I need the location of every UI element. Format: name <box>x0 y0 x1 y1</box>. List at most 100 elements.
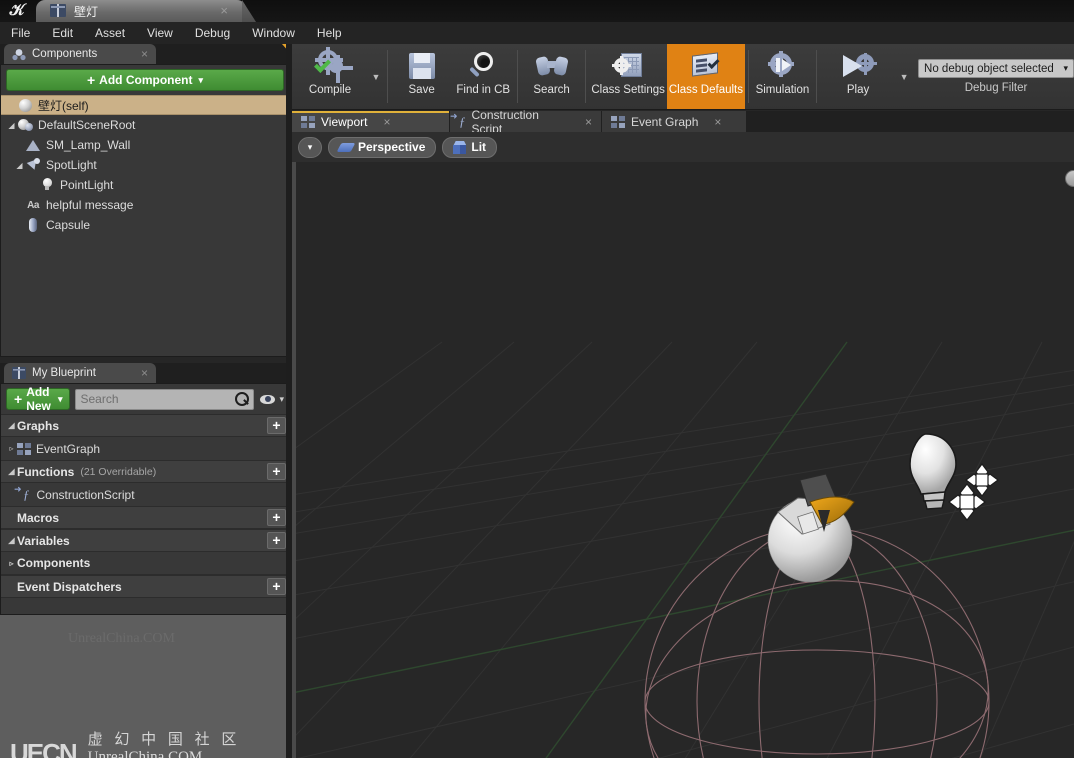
editor-tab-bar: Viewport × ƒ Construction Script × Event… <box>292 111 1074 132</box>
point-light-icon <box>39 177 55 193</box>
add-macro-button[interactable]: + <box>267 509 286 526</box>
tree-row-label: SpotLight <box>46 158 97 172</box>
simulation-button[interactable]: Simulation <box>752 44 814 109</box>
add-event-dispatcher-button[interactable]: + <box>267 578 286 595</box>
play-button[interactable]: Play <box>820 44 896 109</box>
tab-event-graph[interactable]: Event Graph × <box>602 111 747 132</box>
find-in-cb-button[interactable]: Find in CB <box>452 44 514 109</box>
event-graph-icon <box>611 116 625 128</box>
view-mode-button[interactable]: Perspective <box>328 137 436 158</box>
visibility-toggle[interactable]: ▾ <box>259 394 284 405</box>
tab-viewport[interactable]: Viewport × <box>292 111 450 132</box>
menu-item-edit[interactable]: Edit <box>41 22 84 44</box>
compile-button[interactable]: Compile <box>292 44 368 109</box>
chevron-down-icon: ▾ <box>308 142 313 153</box>
add-graph-button[interactable]: + <box>267 417 286 434</box>
document-tab-bideng[interactable]: 壁灯 × <box>36 0 246 22</box>
tree-row-defaultsceneroot[interactable]: ◢ DefaultSceneRoot <box>1 115 289 135</box>
close-icon[interactable]: × <box>119 366 148 380</box>
tab-components[interactable]: Components × <box>4 44 156 64</box>
tree-row-label: Capsule <box>46 218 90 232</box>
debug-object-select[interactable]: No debug object selected ▾ <box>918 59 1074 78</box>
class-defaults-button[interactable]: Class Defaults <box>667 44 745 109</box>
menu-item-file[interactable]: File <box>0 22 41 44</box>
section-variables[interactable]: ◢ Variables + <box>1 529 289 552</box>
class-settings-button[interactable]: Class Settings <box>589 44 667 109</box>
disclosure-triangle[interactable]: ◢ <box>7 536 16 545</box>
list-item-eventgraph[interactable]: ▹ EventGraph <box>1 437 289 460</box>
view-mode-label: Perspective <box>358 140 425 154</box>
toolbar-separator <box>517 50 518 103</box>
unreal-engine-logo-icon: 𝒦 <box>4 1 30 21</box>
toolbar-separator <box>816 50 817 103</box>
section-functions[interactable]: ◢ Functions (21 Overridable) + <box>1 460 289 483</box>
shading-mode-button[interactable]: Lit <box>442 137 497 158</box>
debug-filter-group: No debug object selected ▾ Debug Filter <box>912 44 1074 109</box>
compile-dropdown-caret[interactable]: ▼ <box>368 44 384 109</box>
play-dropdown-caret[interactable]: ▼ <box>896 44 912 109</box>
watermark-area: UnrealChina.COM UECN 虚 幻 中 国 社 区 UnrealC… <box>0 615 290 758</box>
tree-row-spotlight[interactable]: ◢ SpotLight <box>1 155 289 175</box>
components-panel-tabrow: Components × <box>0 44 290 64</box>
menu-item-debug[interactable]: Debug <box>184 22 241 44</box>
find-in-cb-label: Find in CB <box>456 84 510 96</box>
search-icon <box>235 392 249 406</box>
disclosure-triangle[interactable]: ◢ <box>7 467 16 476</box>
cube-icon <box>453 141 466 154</box>
play-icon <box>842 49 874 83</box>
viewport-3d[interactable] <box>292 162 1074 758</box>
section-label: Components <box>17 556 90 570</box>
section-label: Variables <box>17 534 70 548</box>
disclosure-triangle[interactable]: ▹ <box>7 559 16 568</box>
tree-row-helpful-message[interactable]: Aa helpful message <box>1 195 289 215</box>
section-graphs[interactable]: ◢ Graphs + <box>1 414 289 437</box>
tree-row-capsule[interactable]: Capsule <box>1 215 289 235</box>
save-button[interactable]: Save <box>391 44 453 109</box>
menu-item-asset[interactable]: Asset <box>84 22 136 44</box>
disclosure-triangle[interactable]: ◢ <box>15 161 24 170</box>
save-label: Save <box>409 84 435 96</box>
tab-event-graph-label: Event Graph <box>631 115 698 129</box>
menu-item-help[interactable]: Help <box>306 22 353 44</box>
functions-overridable-count: (21 Overridable) <box>80 466 156 478</box>
add-variable-button[interactable]: + <box>267 532 286 549</box>
search-label: Search <box>533 84 569 96</box>
tab-my-blueprint[interactable]: My Blueprint × <box>4 363 156 383</box>
tree-row-self[interactable]: 壁灯(self) <box>1 95 289 115</box>
section-event-dispatchers[interactable]: Event Dispatchers + <box>1 575 289 598</box>
chevron-down-icon: ▾ <box>58 394 63 405</box>
add-new-label: Add New <box>26 385 52 413</box>
add-new-button[interactable]: + Add New ▾ <box>6 388 70 410</box>
section-components[interactable]: ▹ Components <box>1 552 289 575</box>
tree-row-pointlight[interactable]: PointLight <box>1 175 289 195</box>
play-label: Play <box>847 84 869 96</box>
tree-row-label: helpful message <box>46 198 133 212</box>
add-function-button[interactable]: + <box>267 463 286 480</box>
section-label: Event Dispatchers <box>17 580 122 594</box>
search-button[interactable]: Search <box>521 44 583 109</box>
tab-construction-script[interactable]: ƒ Construction Script × <box>450 111 602 132</box>
menu-item-window[interactable]: Window <box>241 22 306 44</box>
sphere-icon <box>17 97 33 113</box>
close-icon[interactable]: × <box>585 115 592 129</box>
close-icon[interactable]: × <box>119 47 148 61</box>
class-defaults-icon <box>692 49 720 83</box>
list-item-constructionscript[interactable]: ƒ ConstructionScript <box>1 483 289 506</box>
search-input[interactable] <box>80 392 235 406</box>
section-macros[interactable]: Macros + <box>1 506 289 529</box>
menu-item-view[interactable]: View <box>136 22 184 44</box>
search-input-wrapper[interactable] <box>75 389 254 410</box>
disclosure-triangle[interactable]: ▹ <box>7 444 16 453</box>
add-component-button[interactable]: + Add Component ▾ <box>6 69 284 91</box>
tree-row-label: DefaultSceneRoot <box>38 118 135 132</box>
viewport-options-button[interactable]: ▾ <box>298 137 322 158</box>
close-icon[interactable]: × <box>714 115 721 129</box>
disclosure-triangle[interactable]: ◢ <box>7 421 16 430</box>
close-icon[interactable]: × <box>383 115 390 129</box>
disclosure-triangle[interactable]: ◢ <box>7 121 16 130</box>
tree-row-sm-lamp-wall[interactable]: SM_Lamp_Wall <box>1 135 289 155</box>
construction-script-icon: ƒ <box>459 114 466 130</box>
watermark-logo: UECN 虚 幻 中 国 社 区 UnrealChina.COM <box>10 728 240 758</box>
close-icon[interactable]: × <box>220 3 228 18</box>
list-item-label: EventGraph <box>36 442 100 456</box>
